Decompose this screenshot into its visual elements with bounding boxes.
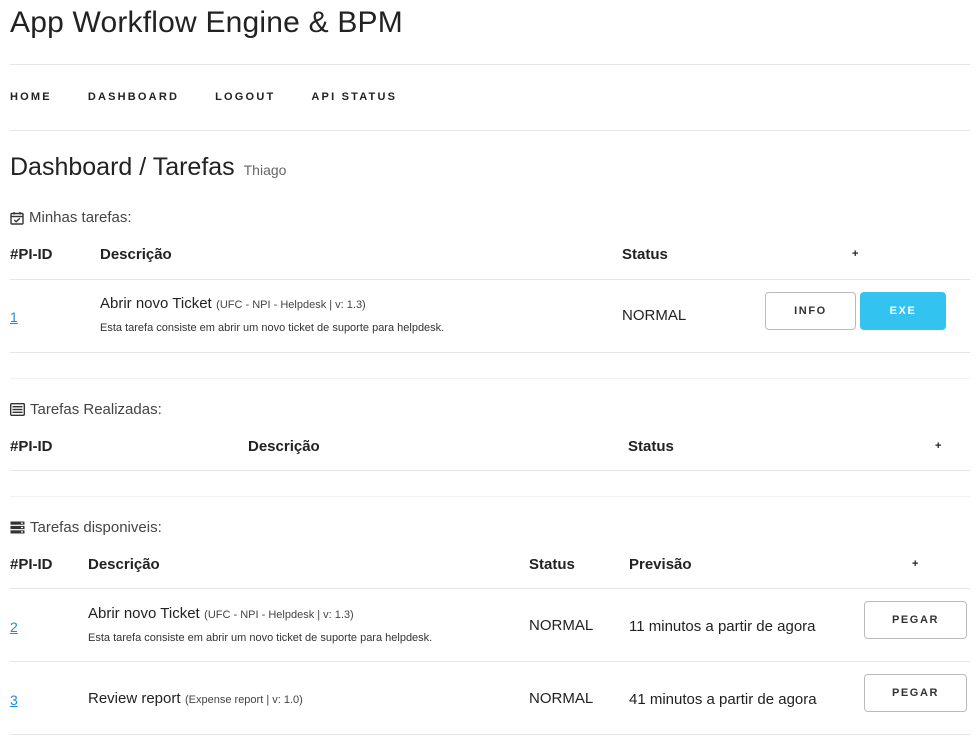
col-header-desc: Descrição — [248, 438, 320, 455]
task-subtitle: Esta tarefa consiste em abrir um novo ti… — [88, 632, 433, 644]
task-status: NORMAL — [529, 617, 594, 634]
section-title-text: Tarefas disponiveis: — [30, 519, 162, 536]
divider — [10, 352, 970, 353]
task-meta: (Expense report | v: 1.0) — [185, 694, 303, 706]
server-icon — [10, 521, 25, 534]
section-title-text: Tarefas Realizadas: — [30, 401, 162, 418]
info-button[interactable]: INFO — [765, 292, 856, 330]
nav-api-status-link[interactable]: API STATUS — [311, 91, 397, 103]
col-header-plus: + — [852, 248, 859, 260]
task-description: Abrir novo Ticket (UFC - NPI - Helpdesk … — [100, 295, 366, 313]
list-alt-icon — [10, 403, 25, 416]
task-status: NORMAL — [529, 690, 594, 707]
pegar-button[interactable]: PEGAR — [864, 601, 967, 639]
page-title: Dashboard / Tarefas Thiago — [10, 153, 286, 182]
divider — [10, 661, 970, 662]
task-id-link[interactable]: 3 — [10, 692, 18, 708]
section-title-text: Minhas tarefas: — [29, 209, 132, 226]
divider — [10, 470, 970, 471]
task-description: Review report (Expense report | v: 1.0) — [88, 690, 303, 708]
main-nav: HOME DASHBOARD LOGOUT API STATUS — [10, 91, 433, 103]
divider — [10, 279, 970, 280]
nav-dashboard-link[interactable]: DASHBOARD — [88, 91, 179, 103]
page-title-text: Dashboard / Tarefas — [10, 153, 235, 181]
col-header-plus: + — [912, 558, 919, 570]
calendar-check-icon — [10, 211, 24, 225]
col-header-prev: Previsão — [629, 556, 692, 573]
task-eta: 11 minutos a partir de agora — [629, 618, 816, 635]
my-tasks-title: Minhas tarefas: — [10, 209, 132, 226]
task-description: Abrir novo Ticket (UFC - NPI - Helpdesk … — [88, 605, 354, 623]
col-header-status: Status — [622, 246, 668, 263]
task-id-link[interactable]: 1 — [10, 309, 18, 325]
divider — [10, 378, 970, 379]
divider — [10, 496, 970, 497]
col-header-status: Status — [628, 438, 674, 455]
task-eta: 41 minutos a partir de agora — [629, 691, 817, 708]
nav-home-link[interactable]: HOME — [10, 91, 52, 103]
task-id-link[interactable]: 2 — [10, 619, 18, 635]
col-header-id: #PI-ID — [10, 556, 53, 573]
divider — [10, 588, 970, 589]
divider — [10, 130, 970, 131]
nav-logout-link[interactable]: LOGOUT — [215, 91, 275, 103]
task-name: Abrir novo Ticket — [88, 605, 200, 622]
task-name: Review report — [88, 690, 181, 707]
col-header-status: Status — [529, 556, 575, 573]
task-meta: (UFC - NPI - Helpdesk | v: 1.3) — [216, 299, 366, 311]
task-subtitle: Esta tarefa consiste em abrir um novo ti… — [100, 322, 445, 334]
user-name: Thiago — [243, 162, 287, 178]
task-status: NORMAL — [622, 307, 687, 324]
col-header-plus: + — [935, 440, 942, 452]
pegar-button[interactable]: PEGAR — [864, 674, 967, 712]
task-meta: (UFC - NPI - Helpdesk | v: 1.3) — [204, 609, 354, 621]
exe-button[interactable]: EXE — [860, 292, 946, 330]
task-name: Abrir novo Ticket — [100, 295, 212, 312]
available-tasks-title: Tarefas disponiveis: — [10, 519, 162, 536]
divider — [10, 64, 970, 65]
col-header-id: #PI-ID — [10, 246, 53, 263]
col-header-desc: Descrição — [88, 556, 160, 573]
done-tasks-title: Tarefas Realizadas: — [10, 401, 162, 418]
app-title: App Workflow Engine & BPM — [10, 6, 403, 39]
col-header-desc: Descrição — [100, 246, 172, 263]
col-header-id: #PI-ID — [10, 438, 53, 455]
divider — [10, 734, 970, 735]
